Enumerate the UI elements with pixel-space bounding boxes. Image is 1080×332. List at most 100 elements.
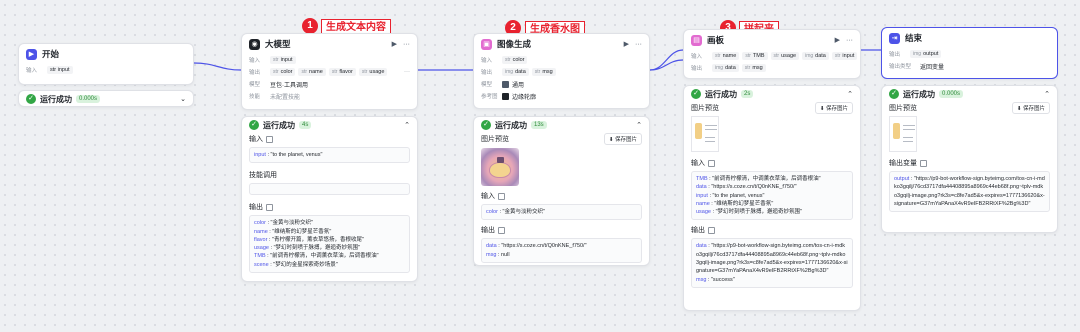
output-line: usage : "梦幻时刻喷于脉搏，邂逅奇妙氛围": [254, 245, 360, 252]
llm-input-label: 输入: [249, 58, 261, 64]
end-out-type-value: 返回变量: [920, 64, 945, 71]
img-output-label: 输出: [481, 70, 493, 76]
output-line: msg : "success": [696, 276, 735, 283]
end-title: 结束: [905, 33, 923, 43]
end-var-section-title: 输出变量: [889, 160, 917, 167]
chevron-down-icon[interactable]: ⌄: [180, 95, 186, 103]
canvas-input-section-title: 输入: [691, 160, 705, 167]
canvas-icon: ▤: [691, 34, 702, 46]
img-output-tag: str msg: [531, 68, 556, 76]
llm-model-value: 豆包·工具调用: [270, 82, 308, 89]
llm-input-section-title: 输入: [249, 136, 263, 143]
canvas-result-panel[interactable]: ✓ 运行成功 2s ⌃ 图片预览 ⬇ 保存图片 输入 TMB : "前调青柠檬清…: [683, 85, 861, 311]
end-time-badge: 0.000s: [939, 90, 964, 98]
copy-icon[interactable]: [498, 226, 505, 234]
more-icon[interactable]: ···: [403, 41, 410, 48]
more-icon[interactable]: ···: [635, 41, 642, 48]
canvas-input-tag: str usage: [770, 52, 800, 60]
canvas-input-label: 输入: [691, 54, 703, 60]
start-status: 运行成功: [40, 94, 72, 104]
copy-icon[interactable]: [266, 203, 273, 211]
annotation-number-1: 1: [302, 18, 318, 34]
success-check-icon: ✓: [481, 120, 491, 130]
chevron-up-icon[interactable]: ⌃: [404, 121, 410, 129]
save-image-button[interactable]: ⬇ 保存图片: [814, 102, 853, 114]
img-input-label: 输入: [481, 58, 493, 64]
edge-start-llm: [193, 62, 242, 71]
chevron-up-icon[interactable]: ⌃: [847, 90, 853, 98]
save-image-button[interactable]: ⬇ 保存图片: [1011, 102, 1050, 114]
llm-skill-value: 未配置技能: [270, 94, 301, 101]
output-line: TMB : "前调青柠檬清，中调薰衣草油，后调香根油": [254, 253, 379, 260]
llm-status: 运行成功: [263, 120, 295, 130]
img-input-tag: str color: [502, 56, 528, 64]
end-status: 运行成功: [903, 89, 935, 99]
input-line: data : "https://s.coze.cn/t/Q0nKNE_f750/…: [696, 184, 797, 191]
llm-skill-label: 技能: [249, 94, 261, 100]
llm-skill-call-box: [249, 183, 410, 196]
start-input-tag: str input: [47, 66, 73, 74]
copy-icon[interactable]: [920, 159, 927, 167]
start-icon: ▶: [26, 48, 37, 60]
edge-outline-icon: [502, 92, 509, 100]
output-line: scene : "梦幻的金星探索奇妙场景": [254, 261, 338, 268]
copy-icon[interactable]: [266, 135, 273, 143]
copy-icon[interactable]: [498, 192, 505, 200]
copy-icon[interactable]: [708, 159, 715, 167]
llm-model-label: 模型: [249, 82, 261, 88]
llm-icon: ◉: [249, 38, 260, 50]
end-icon: ⇥: [889, 32, 900, 44]
chevron-up-icon[interactable]: ⌃: [636, 121, 642, 129]
image-gen-title: 图像生成: [497, 39, 532, 49]
img-output-section-title: 输出: [481, 227, 495, 235]
img-input-section-title: 输入: [481, 193, 495, 200]
canvas-input-tag: str name: [712, 52, 740, 60]
success-check-icon: ✓: [691, 89, 701, 99]
end-out-type-label: 输出类型: [889, 64, 912, 70]
output-line: color : "金黄与淡粉交织": [254, 220, 313, 227]
run-icon[interactable]: ▶: [392, 40, 397, 48]
run-icon[interactable]: ▶: [835, 36, 840, 44]
canvas-status: 运行成功: [705, 89, 737, 99]
start-node[interactable]: ▶ 开始 输入 str input: [18, 43, 194, 85]
image-gen-node[interactable]: ▣ 图像生成 ▶ ··· 输入 str color 输出 img data str m…: [473, 33, 650, 109]
image-gen-result-panel[interactable]: ✓ 运行成功 13s ⌃ 图片预览 ⬇ 保存图片 输入 color : "金黄与…: [473, 116, 650, 266]
llm-output-tag: str color: [270, 68, 296, 76]
canvas-preview-title: 图片预览: [691, 105, 719, 112]
llm-node[interactable]: ◉ 大模型 ▶ ··· 输入 str input 输出 str color str n…: [241, 33, 418, 110]
start-time-badge: 0.000s: [76, 95, 101, 103]
end-node[interactable]: ⇥ 结束 输出 img output 输出类型 返回变量: [881, 27, 1058, 79]
img-time-badge: 13s: [531, 121, 547, 129]
run-icon[interactable]: ▶: [624, 40, 629, 48]
end-preview-image: [889, 116, 917, 152]
start-status-panel[interactable]: ✓ 运行成功 0.000s ⌄: [18, 90, 194, 107]
llm-time-badge: 4s: [299, 121, 312, 129]
image-gen-icon: ▣: [481, 38, 492, 50]
canvas-input-tag: str input: [831, 52, 858, 60]
chevron-up-icon[interactable]: ⌃: [1044, 90, 1050, 98]
img-output-box: data : "https://s.coze.cn/t/Q0nKNE_f750/…: [481, 238, 642, 263]
img-status: 运行成功: [495, 120, 527, 130]
llm-input-tag: str input: [270, 56, 296, 64]
canvas-node[interactable]: ▤ 画板 ▶ ··· 输入 str name str TMB str usage im…: [683, 29, 861, 79]
copy-icon[interactable]: [708, 226, 715, 234]
img-ref-label: 参考图: [481, 94, 498, 100]
llm-result-panel[interactable]: ✓ 运行成功 4s ⌃ 输入 input : "to the planet, v…: [241, 116, 418, 282]
more-outputs-icon[interactable]: ···: [404, 69, 410, 75]
output-line: msg : null: [486, 251, 510, 258]
llm-output-tag: str flavor: [328, 68, 356, 76]
img-input-box: color : "金黄与淡粉交织": [481, 204, 642, 221]
end-result-panel[interactable]: ✓ 运行成功 0.000s ⌃ 图片预览 ⬇ 保存图片 输出变量 output …: [881, 85, 1058, 233]
llm-output-box: color : "金黄与淡粉交织" name : "维纳斯的幻梦星芒香氛" fl…: [249, 215, 410, 274]
llm-skill-call-title: 技能调用: [249, 172, 277, 180]
end-output-tag: img output: [910, 50, 942, 58]
more-icon[interactable]: ···: [846, 37, 853, 44]
canvas-input-tag: str TMB: [742, 52, 768, 60]
canvas-time-badge: 2s: [741, 90, 754, 98]
input-line: TMB : "前调青柠檬清，中调薰衣草油，后调香根油": [696, 176, 821, 182]
input-line: name : "维纳斯的幻梦星芒香氛": [696, 200, 774, 207]
input-line: input : "to the planet, venus": [696, 192, 765, 199]
llm-title: 大模型: [265, 39, 291, 49]
llm-output-label: 输出: [249, 70, 261, 76]
save-image-button[interactable]: ⬇ 保存图片: [603, 133, 642, 145]
